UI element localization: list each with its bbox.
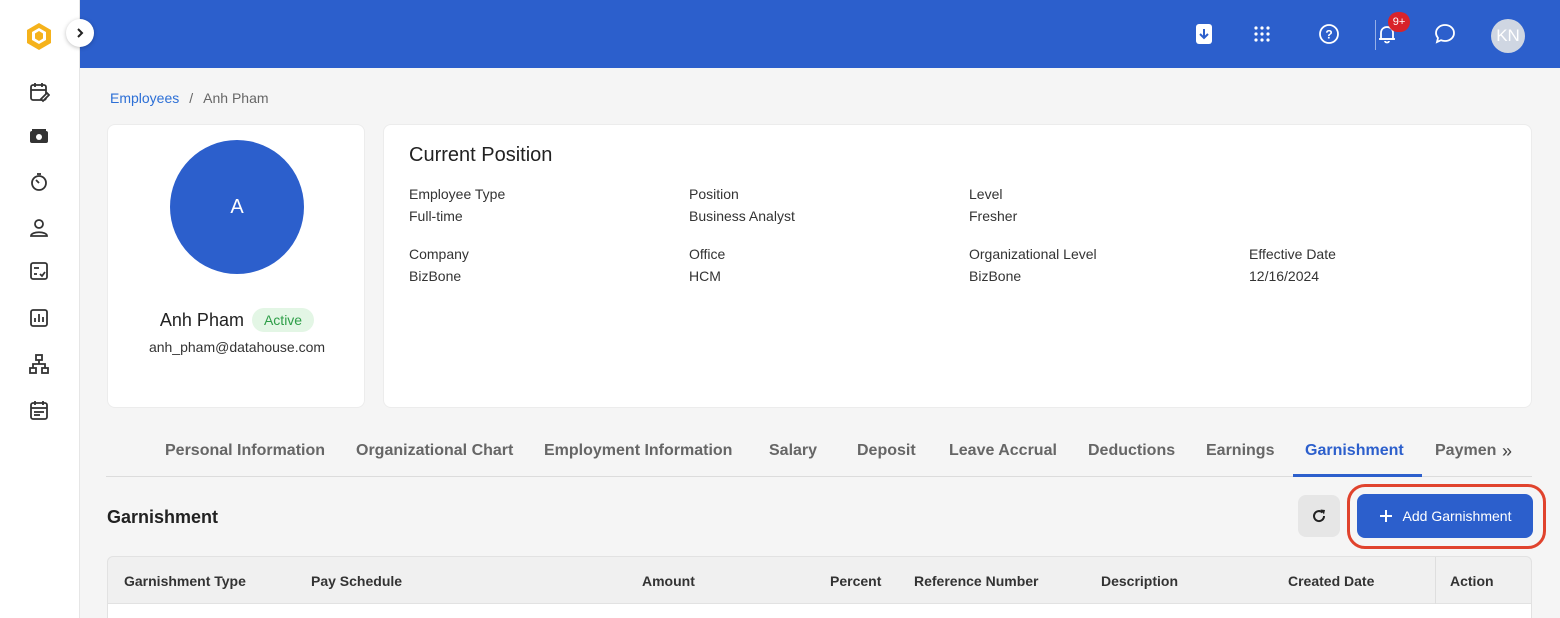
- timer-icon[interactable]: [27, 170, 51, 194]
- garnishment-table-header: Garnishment Type Pay Schedule Amount Per…: [107, 556, 1532, 605]
- employee-tabs: Personal Information Organizational Char…: [106, 430, 1532, 477]
- user-avatar[interactable]: KN: [1491, 19, 1525, 53]
- field-organizational-level: Organizational Level BizBone: [969, 246, 1097, 284]
- field-effective-date: Effective Date 12/16/2024: [1249, 246, 1336, 284]
- column-header-action: Action: [1450, 573, 1494, 589]
- svg-text:?: ?: [1325, 28, 1332, 42]
- calendar-edit-icon[interactable]: [27, 80, 51, 104]
- active-tab-indicator: [1293, 474, 1422, 477]
- field-office: Office HCM: [689, 246, 725, 284]
- field-employee-type: Employee Type Full-time: [409, 186, 505, 224]
- field-value: 12/16/2024: [1249, 268, 1320, 284]
- employee-email: anh_pham@datahouse.com: [148, 339, 326, 355]
- tab-organizational-chart[interactable]: Organizational Chart: [356, 442, 513, 460]
- add-garnishment-label: Add Garnishment: [1402, 508, 1512, 524]
- person-icon[interactable]: [27, 216, 51, 240]
- add-garnishment-button[interactable]: Add Garnishment: [1357, 494, 1533, 538]
- tab-deposit[interactable]: Deposit: [857, 442, 916, 460]
- field-value: HCM: [689, 268, 721, 284]
- field-label: Position: [689, 186, 739, 202]
- tab-employment-information[interactable]: Employment Information: [544, 442, 732, 460]
- tab-personal-information[interactable]: Personal Information: [165, 442, 325, 460]
- field-label: Employee Type: [409, 186, 506, 202]
- breadcrumb-employees-link[interactable]: Employees: [110, 90, 179, 106]
- notification-badge: 9+: [1388, 12, 1410, 32]
- download-icon[interactable]: [1192, 22, 1216, 46]
- checklist-icon[interactable]: [27, 259, 51, 283]
- field-company: Company BizBone: [409, 246, 469, 284]
- column-header-created-date[interactable]: Created Date: [1288, 573, 1374, 589]
- field-value: Full-time: [409, 208, 463, 224]
- tab-payments[interactable]: Payments: [1435, 442, 1496, 460]
- garnishment-table-body: [107, 604, 1532, 618]
- employee-avatar: A: [170, 140, 304, 274]
- field-position: Position Business Analyst: [689, 186, 795, 224]
- field-value: Business Analyst: [689, 208, 795, 224]
- field-value: BizBone: [409, 268, 462, 284]
- apps-grid-icon[interactable]: [1250, 22, 1274, 46]
- tabs-scroll-area: Personal Information Organizational Char…: [106, 430, 1496, 477]
- tab-garnishment[interactable]: Garnishment: [1305, 442, 1404, 460]
- profile-card: A Anh Pham Active anh_pham@datahouse.com: [107, 124, 365, 408]
- chat-icon[interactable]: [1433, 22, 1457, 46]
- column-header-description[interactable]: Description: [1101, 573, 1178, 589]
- current-position-card: Current Position Employee Type Full-time…: [383, 124, 1532, 408]
- plus-icon: [1379, 510, 1392, 522]
- status-badge: Active: [251, 308, 315, 332]
- help-icon[interactable]: ?: [1317, 22, 1341, 46]
- column-divider: [1435, 557, 1436, 605]
- tab-earnings[interactable]: Earnings: [1206, 442, 1274, 460]
- column-header-amount[interactable]: Amount: [642, 573, 695, 589]
- field-value: Fresher: [969, 208, 1018, 224]
- field-level: Level Fresher: [969, 186, 1017, 224]
- refresh-icon: [1313, 509, 1326, 523]
- field-label: Level: [969, 186, 1003, 202]
- tab-leave-accrual[interactable]: Leave Accrual: [949, 442, 1057, 460]
- tabs-scroll-right-button[interactable]: »: [1502, 441, 1512, 462]
- name-row: Anh Pham Active: [108, 308, 366, 332]
- garnishment-section-title: Garnishment: [107, 507, 219, 527]
- breadcrumb: Employees / Anh Pham: [110, 90, 269, 106]
- sidebar: [0, 0, 80, 618]
- tab-salary[interactable]: Salary: [769, 442, 817, 460]
- field-label: Organizational Level: [969, 246, 1097, 262]
- column-header-pay-schedule[interactable]: Pay Schedule: [311, 573, 402, 589]
- tab-deductions[interactable]: Deductions: [1088, 442, 1175, 460]
- schedule-icon[interactable]: [27, 398, 51, 422]
- column-header-reference-number[interactable]: Reference Number: [914, 573, 1039, 589]
- field-label: Effective Date: [1249, 246, 1336, 262]
- app-logo[interactable]: [24, 21, 54, 51]
- refresh-button[interactable]: [1298, 495, 1340, 537]
- employee-name: Anh Pham: [159, 309, 244, 330]
- money-icon[interactable]: [27, 125, 51, 149]
- expand-sidebar-button[interactable]: [66, 19, 94, 47]
- org-chart-icon[interactable]: [27, 352, 51, 376]
- top-bar: ? 9+ KN: [80, 0, 1560, 68]
- field-value: BizBone: [969, 268, 1022, 284]
- field-label: Office: [689, 246, 726, 262]
- column-header-garnishment-type[interactable]: Garnishment Type: [124, 573, 246, 589]
- field-label: Company: [409, 246, 469, 262]
- breadcrumb-separator: /: [189, 90, 194, 106]
- column-header-percent[interactable]: Percent: [830, 573, 881, 589]
- breadcrumb-current: Anh Pham: [203, 90, 269, 106]
- chevron-right-icon: [77, 28, 84, 38]
- section-heading: Current Position: [409, 144, 553, 166]
- report-chart-icon[interactable]: [27, 306, 51, 330]
